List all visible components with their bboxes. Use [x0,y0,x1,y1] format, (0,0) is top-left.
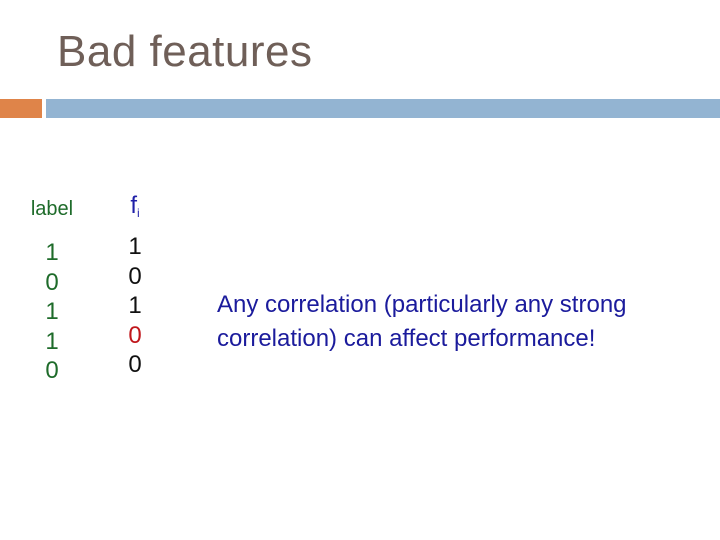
feature-header-name: f [130,192,137,219]
label-value: 1 [45,298,59,325]
accent-bar-orange [0,99,42,118]
label-values: 1 0 1 1 0 [22,238,82,386]
label-column-header: label [30,198,74,220]
correlation-note: Any correlation (particularly any strong… [217,291,627,352]
feature-value: 1 [128,292,142,319]
feature-values: 1 0 1 0 0 [110,232,160,380]
label-value: 1 [45,327,59,355]
feature-column: fi 1 0 1 0 0 [110,192,160,380]
label-value: 0 [45,357,59,384]
feature-value: 0 [128,262,142,290]
feature-value: 1 [128,233,142,260]
feature-value-highlighted: 0 [128,321,142,349]
feature-header-subscript: i [137,206,140,220]
label-value: 0 [45,268,59,296]
label-column: label 1 0 1 1 0 [22,196,82,386]
accent-bar-blue [46,99,720,118]
feature-value: 0 [128,351,142,378]
label-value: 1 [45,239,59,266]
feature-column-header: fi [110,192,160,232]
slide-title: Bad features [57,27,313,76]
